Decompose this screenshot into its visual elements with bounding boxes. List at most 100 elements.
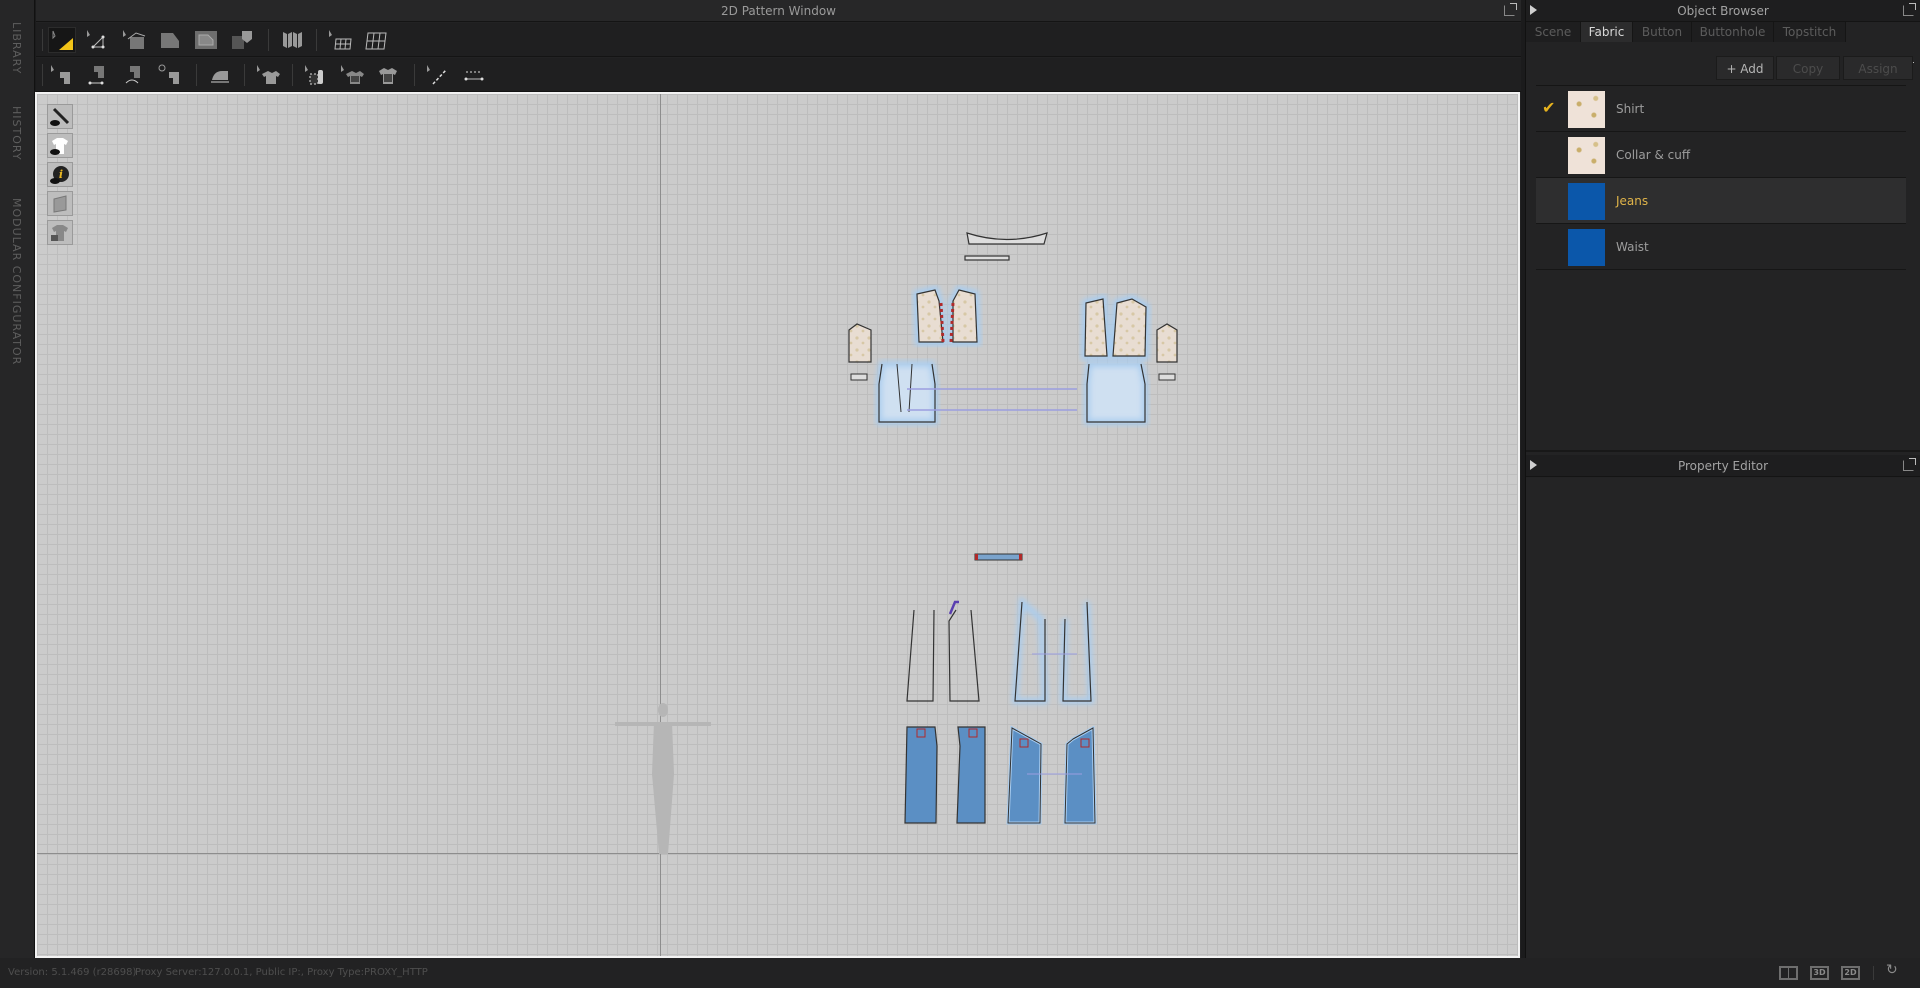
property-editor-title: Property Editor	[1677, 459, 1769, 473]
internal-polygon-tool[interactable]	[192, 27, 220, 53]
history-tab[interactable]: HISTORY	[10, 106, 23, 161]
object-browser-title: Object Browser	[1677, 4, 1769, 18]
fabric-item-waist[interactable]: Waist	[1536, 224, 1906, 270]
transform-pattern-icon	[52, 30, 73, 50]
2d-view-button[interactable]: 2D	[1841, 966, 1860, 980]
edit-mesh-tool[interactable]	[362, 27, 390, 53]
jeans-panels[interactable]	[904, 725, 1097, 825]
tab-buttonhole[interactable]: Buttonhole	[1692, 22, 1774, 42]
add-fabric-button[interactable]: + Add	[1716, 56, 1774, 80]
edit-curvature-icon	[123, 30, 146, 49]
edit-topstitch-tool[interactable]	[424, 62, 452, 88]
copy-fabric-button[interactable]: Copy	[1776, 56, 1840, 80]
assign-fabric-button[interactable]: Assign	[1843, 56, 1913, 80]
polygon-icon	[161, 33, 179, 48]
object-browser-header: Object Browser	[1526, 0, 1920, 22]
shirt-body-pieces[interactable]	[876, 361, 1148, 425]
check-sewing-length-tool[interactable]	[156, 62, 184, 88]
fabric-name: Collar & cuff	[1616, 148, 1691, 162]
pattern-pieces	[615, 232, 1178, 854]
shirt-front-pieces[interactable]	[912, 285, 982, 346]
dock-arrow-icon[interactable]	[1530, 5, 1537, 15]
edit-topstitch-icon	[427, 65, 447, 85]
segment-sewing-icon	[88, 66, 104, 85]
check-sewing-length-icon	[158, 64, 179, 84]
fabric-name: Shirt	[1616, 102, 1645, 116]
property-editor-header: Property Editor	[1526, 455, 1920, 477]
status-bar: Version: 5.1.469 (r28698) Proxy Server:1…	[0, 958, 1920, 988]
fabric-swatch	[1568, 91, 1605, 128]
free-sewing-icon	[125, 66, 140, 84]
edit-curvature-tool[interactable]	[120, 27, 148, 53]
assign-fabric-tool[interactable]	[374, 62, 402, 88]
fabric-item-shirt[interactable]: ✔ Shirt	[1536, 86, 1906, 132]
3d-view-button[interactable]: 3D	[1810, 966, 1829, 980]
fabric-name: Waist	[1616, 240, 1649, 254]
check-icon: ✔	[1542, 98, 1556, 117]
proxy-text: Proxy Server:127.0.0.1, Public IP:, Prox…	[135, 967, 428, 978]
toolbar-row-2	[36, 58, 1521, 92]
split-view-icon	[1788, 968, 1789, 978]
3d-view-icon: 3D	[1813, 968, 1826, 977]
free-sewing-tool[interactable]	[120, 62, 148, 88]
trace-tool[interactable]	[228, 27, 256, 53]
popout-icon[interactable]	[1504, 3, 1517, 16]
tab-topstitch[interactable]: Topstitch	[1774, 22, 1846, 42]
pattern-window-title: 2D Pattern Window	[721, 4, 836, 18]
shirt-back-pieces[interactable]	[1080, 294, 1151, 360]
left-side-tabs: LIBRARY HISTORY MODULAR CONFIGURATOR	[0, 0, 35, 958]
version-text: Version: 5.1.469 (r28698)	[8, 967, 137, 978]
popout-icon[interactable]	[1903, 458, 1916, 471]
select-garment-icon	[257, 65, 280, 84]
fabric-swatch	[1568, 183, 1605, 220]
fold-arrangement-icon	[283, 32, 302, 48]
segment-topstitch-tool[interactable]	[460, 62, 488, 88]
select-mesh-tool[interactable]	[326, 27, 354, 53]
fabric-item-jeans[interactable]: Jeans	[1536, 178, 1906, 224]
assign-fabric-icon	[379, 68, 397, 84]
pocket-lining-pieces[interactable]	[906, 595, 1095, 704]
modular-configurator-tab[interactable]: MODULAR CONFIGURATOR	[10, 198, 23, 365]
tab-fabric[interactable]: Fabric	[1581, 22, 1633, 42]
segment-topstitch-icon	[464, 71, 484, 81]
toolbar-row-1	[36, 23, 1521, 57]
object-browser-tabs: Scene Fabric Button Buttonhole Topstitch	[1526, 22, 1920, 63]
fabric-list: ✔ Shirt Collar & cuff Jeans Waist	[1536, 86, 1906, 270]
fabric-swatch	[1568, 229, 1605, 266]
trace-icon	[232, 31, 252, 49]
select-garment-tool[interactable]	[254, 62, 282, 88]
refresh-button[interactable]: ↻	[1886, 963, 1898, 977]
polygon-tool[interactable]	[156, 27, 184, 53]
fabric-swatch	[1568, 137, 1605, 174]
edit-point-line-tool[interactable]	[84, 27, 112, 53]
edit-texture-tool[interactable]	[302, 62, 330, 88]
edit-point-line-icon	[87, 30, 105, 49]
collar-piece[interactable]	[964, 232, 1048, 261]
transform-pattern-tool[interactable]	[48, 27, 76, 53]
popout-icon[interactable]	[1903, 3, 1916, 16]
edit-sewing-tool[interactable]	[48, 62, 76, 88]
select-fabric-tool[interactable]	[338, 62, 366, 88]
select-fabric-icon	[341, 65, 364, 84]
split-view-button[interactable]	[1779, 966, 1798, 980]
fabric-item-collar-cuff[interactable]: Collar & cuff	[1536, 132, 1906, 178]
waistband-piece[interactable]	[974, 553, 1023, 561]
library-tab[interactable]: LIBRARY	[10, 22, 23, 74]
avatar-silhouette	[615, 703, 711, 854]
fabric-name: Jeans	[1616, 194, 1649, 208]
fold-arrangement-tool[interactable]	[278, 27, 306, 53]
edit-mesh-icon	[365, 32, 387, 50]
pattern-canvas[interactable]: i	[35, 92, 1520, 958]
right-panel: Object Browser Scene Fabric Button Butto…	[1525, 0, 1920, 958]
edit-sewing-icon	[51, 65, 70, 84]
dock-arrow-icon[interactable]	[1530, 460, 1537, 470]
tab-button[interactable]: Button	[1633, 22, 1692, 42]
tack-iron-tool[interactable]	[206, 62, 234, 88]
tab-scene[interactable]: Scene	[1526, 22, 1581, 42]
iron-icon	[211, 71, 229, 83]
2d-view-icon: 2D	[1844, 968, 1857, 977]
edit-texture-icon	[305, 65, 323, 85]
select-mesh-icon	[329, 30, 352, 50]
segment-sewing-tool[interactable]	[84, 62, 112, 88]
pattern-window-title-bar: 2D Pattern Window	[36, 0, 1521, 22]
